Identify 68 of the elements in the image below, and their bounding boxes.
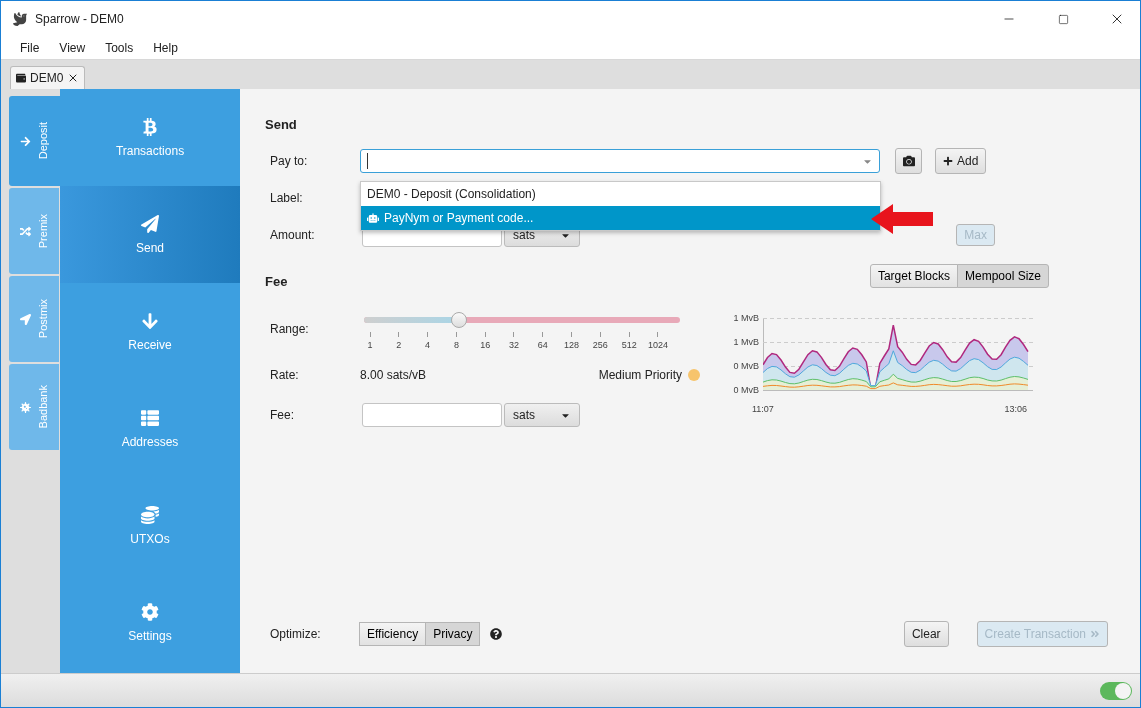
section-title: Fee [265, 274, 289, 289]
maximize-icon [1057, 13, 1069, 25]
window-title: Sparrow - DEM0 [35, 12, 125, 26]
wallet-icon [16, 73, 26, 83]
double-chevron-icon [1090, 629, 1100, 639]
chart-mode-toggle[interactable]: Mempool Size [956, 264, 1049, 288]
priority-label: Medium Priority [598, 368, 682, 382]
tick-label: 128 [564, 340, 580, 350]
coins-icon [141, 505, 159, 524]
add-button[interactable]: Add [935, 148, 987, 174]
toggle-switch[interactable] [1100, 681, 1132, 700]
robot-icon [367, 212, 379, 224]
virus-icon [19, 401, 31, 413]
bitcoin-icon [141, 117, 159, 136]
field-label: Pay to: [270, 154, 309, 168]
menu-item[interactable]: Help [144, 41, 187, 55]
axis-label: 0 MvB [733, 385, 759, 395]
camera-button[interactable] [895, 148, 922, 174]
optimize-toggle[interactable]: Privacy [425, 622, 481, 646]
optimize-toggle[interactable]: Efficiency [359, 622, 427, 646]
fee-field[interactable] [362, 403, 502, 427]
tick-label: 2 [396, 340, 402, 350]
tick-label: 256 [592, 340, 608, 350]
nav-item[interactable]: Send [60, 186, 240, 283]
annotation-arrow-drawing [871, 204, 933, 234]
field-label: Optimize: [270, 627, 322, 641]
field-label: Label: [270, 191, 304, 205]
axis-label: 1 MvB [733, 313, 759, 323]
fee-range-slider[interactable] [364, 312, 680, 328]
settings-icon [141, 602, 159, 621]
tick-label: 1024 [647, 340, 668, 350]
chart-mode-toggle[interactable]: Target Blocks [869, 264, 958, 288]
list-icon [141, 408, 159, 427]
plus-icon [943, 156, 953, 166]
fee-rate: 8.00 sats/vB [360, 368, 427, 382]
field-label: Range: [270, 322, 310, 336]
field-label: Amount: [270, 228, 316, 242]
field-label: Fee: [270, 408, 295, 422]
camera-icon [902, 155, 915, 167]
tick-label: 64 [537, 340, 548, 350]
bird-icon [13, 12, 27, 26]
tick-label: 16 [480, 340, 491, 350]
menu-item[interactable]: View [50, 41, 95, 55]
menu-item[interactable]: Tools [96, 41, 143, 55]
down-arrow-icon [141, 311, 159, 330]
tick-label: 512 [621, 340, 637, 350]
right-arrow-icon [20, 135, 31, 147]
axis-label: 13:06 [1004, 404, 1027, 414]
dropdown-option[interactable]: DEM0 - Deposit (Consolidation) [361, 182, 880, 206]
axis-label: 0 MvB [733, 361, 759, 371]
field-label: Rate: [270, 368, 300, 382]
unit-select[interactable]: sats [504, 403, 580, 427]
pay-to-field[interactable] [360, 149, 880, 173]
tick-label: 4 [425, 340, 431, 350]
tick-label: 32 [508, 340, 519, 350]
paper-plane-icon [141, 214, 159, 233]
section-title: Send [265, 117, 298, 132]
menu-item[interactable]: File [11, 41, 49, 55]
help-icon[interactable] [490, 628, 503, 640]
slider-thumb[interactable] [450, 312, 467, 328]
clear-button[interactable]: Clear [903, 621, 949, 647]
pointer-arrow-icon [19, 313, 31, 325]
tick-label: 1 [367, 340, 373, 350]
document-tab[interactable]: DEM0 [10, 66, 86, 89]
tick-label: 8 [453, 340, 459, 350]
axis-label: 1 MvB [733, 337, 759, 347]
shuffle-icon [19, 225, 31, 237]
axis-label: 11:07 [752, 404, 774, 414]
